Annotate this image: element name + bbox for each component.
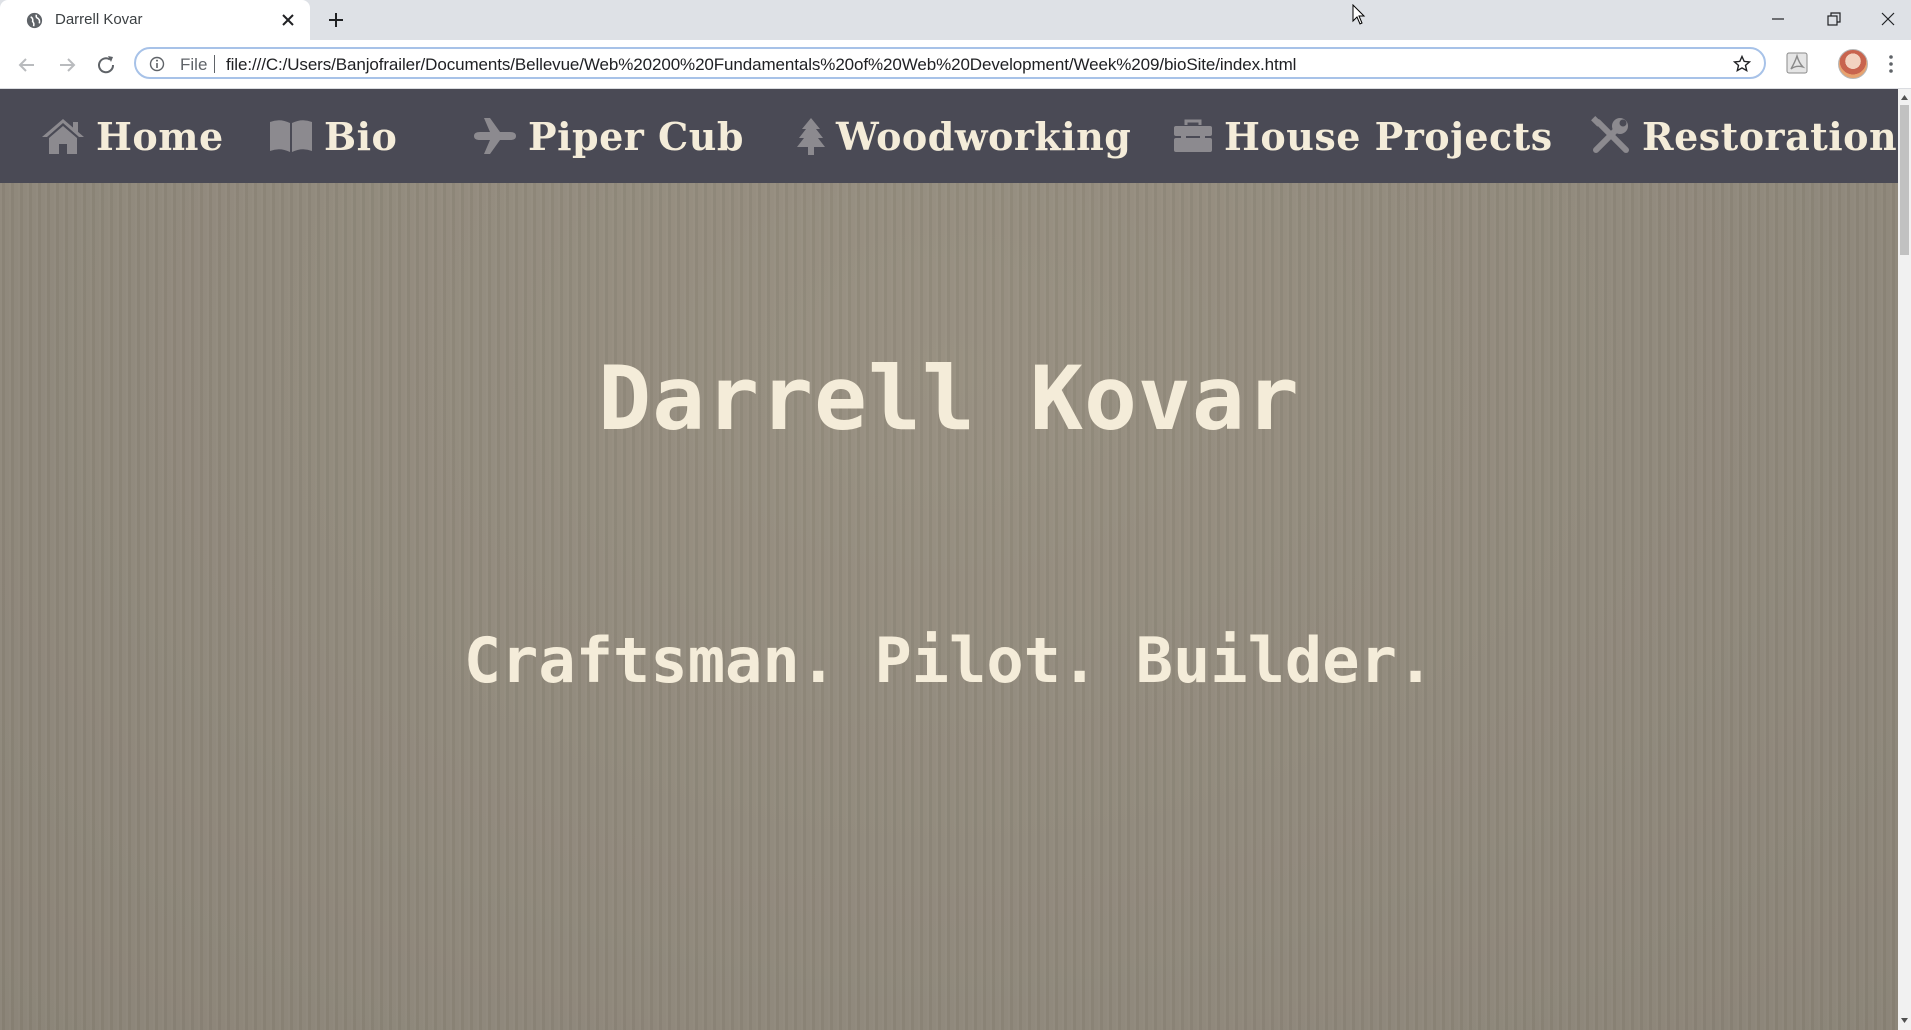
nav-label-home: Home	[96, 113, 224, 159]
nav-item-house-projects[interactable]: House Projects	[1172, 89, 1553, 183]
page-scrollbar[interactable]	[1898, 89, 1911, 1030]
browser-tab[interactable]: Darrell Kovar	[0, 0, 310, 40]
nav-item-woodworking[interactable]: Woodworking	[796, 89, 1131, 183]
nav-label-restoration: Restoration	[1642, 113, 1898, 159]
page-title: Darrell Kovar	[598, 347, 1300, 450]
nav-label-house-projects: House Projects	[1224, 113, 1553, 159]
tab-title: Darrell Kovar	[55, 11, 143, 28]
plane-icon	[474, 118, 516, 154]
close-window-button[interactable]	[1860, 0, 1911, 38]
address-bar[interactable]: File file:///C:/Users/Banjofrailer/Docum…	[134, 47, 1766, 79]
browser-toolbar: File file:///C:/Users/Banjofrailer/Docum…	[0, 40, 1911, 89]
page-viewport: Home Bio Piper Cub Woodworking House Pro…	[0, 89, 1898, 1030]
scroll-down-icon[interactable]	[1900, 1017, 1909, 1025]
profile-avatar[interactable]	[1838, 49, 1868, 79]
reload-icon[interactable]	[92, 52, 122, 78]
nav-label-piper-cub: Piper Cub	[528, 113, 744, 159]
nav-item-restoration[interactable]: Restoration	[1590, 89, 1897, 183]
nav-item-piper-cub[interactable]: Piper Cub	[472, 89, 744, 183]
new-tab-icon[interactable]	[326, 10, 346, 30]
minimize-icon	[1772, 18, 1784, 20]
more-menu-icon[interactable]	[1886, 54, 1896, 74]
tree-icon	[797, 118, 825, 155]
restore-button[interactable]	[1806, 0, 1862, 38]
minimize-button[interactable]	[1750, 0, 1806, 38]
nav-item-bio[interactable]: Bio	[268, 89, 397, 183]
globe-icon	[26, 12, 43, 29]
nav-label-bio: Bio	[324, 113, 398, 159]
mouse-cursor-icon	[1352, 4, 1366, 25]
pdf-extension-icon[interactable]	[1786, 52, 1808, 74]
site-navigation: Home Bio Piper Cub Woodworking House Pro…	[0, 89, 1898, 183]
nav-item-home[interactable]: Home	[40, 89, 224, 183]
close-icon	[1881, 12, 1895, 26]
tools-icon	[1591, 116, 1629, 153]
nav-label-woodworking: Woodworking	[836, 113, 1132, 159]
scrollbar-thumb[interactable]	[1900, 105, 1909, 255]
url-separator	[214, 55, 215, 73]
back-icon[interactable]	[12, 52, 42, 78]
url-scheme-label: File	[180, 55, 208, 74]
star-icon[interactable]	[1733, 55, 1751, 73]
scroll-up-icon[interactable]	[1900, 93, 1909, 101]
book-icon	[270, 120, 312, 152]
tab-strip: Darrell Kovar	[0, 0, 1911, 40]
forward-icon[interactable]	[52, 52, 82, 78]
restore-icon	[1827, 12, 1841, 26]
info-icon[interactable]	[149, 56, 165, 72]
url-text[interactable]: file:///C:/Users/Banjofrailer/Documents/…	[226, 55, 1296, 75]
page-tagline: Craftsman. Pilot. Builder.	[463, 624, 1435, 697]
toolbox-icon	[1174, 119, 1212, 152]
close-tab-icon[interactable]	[280, 12, 296, 28]
home-icon	[42, 119, 84, 154]
